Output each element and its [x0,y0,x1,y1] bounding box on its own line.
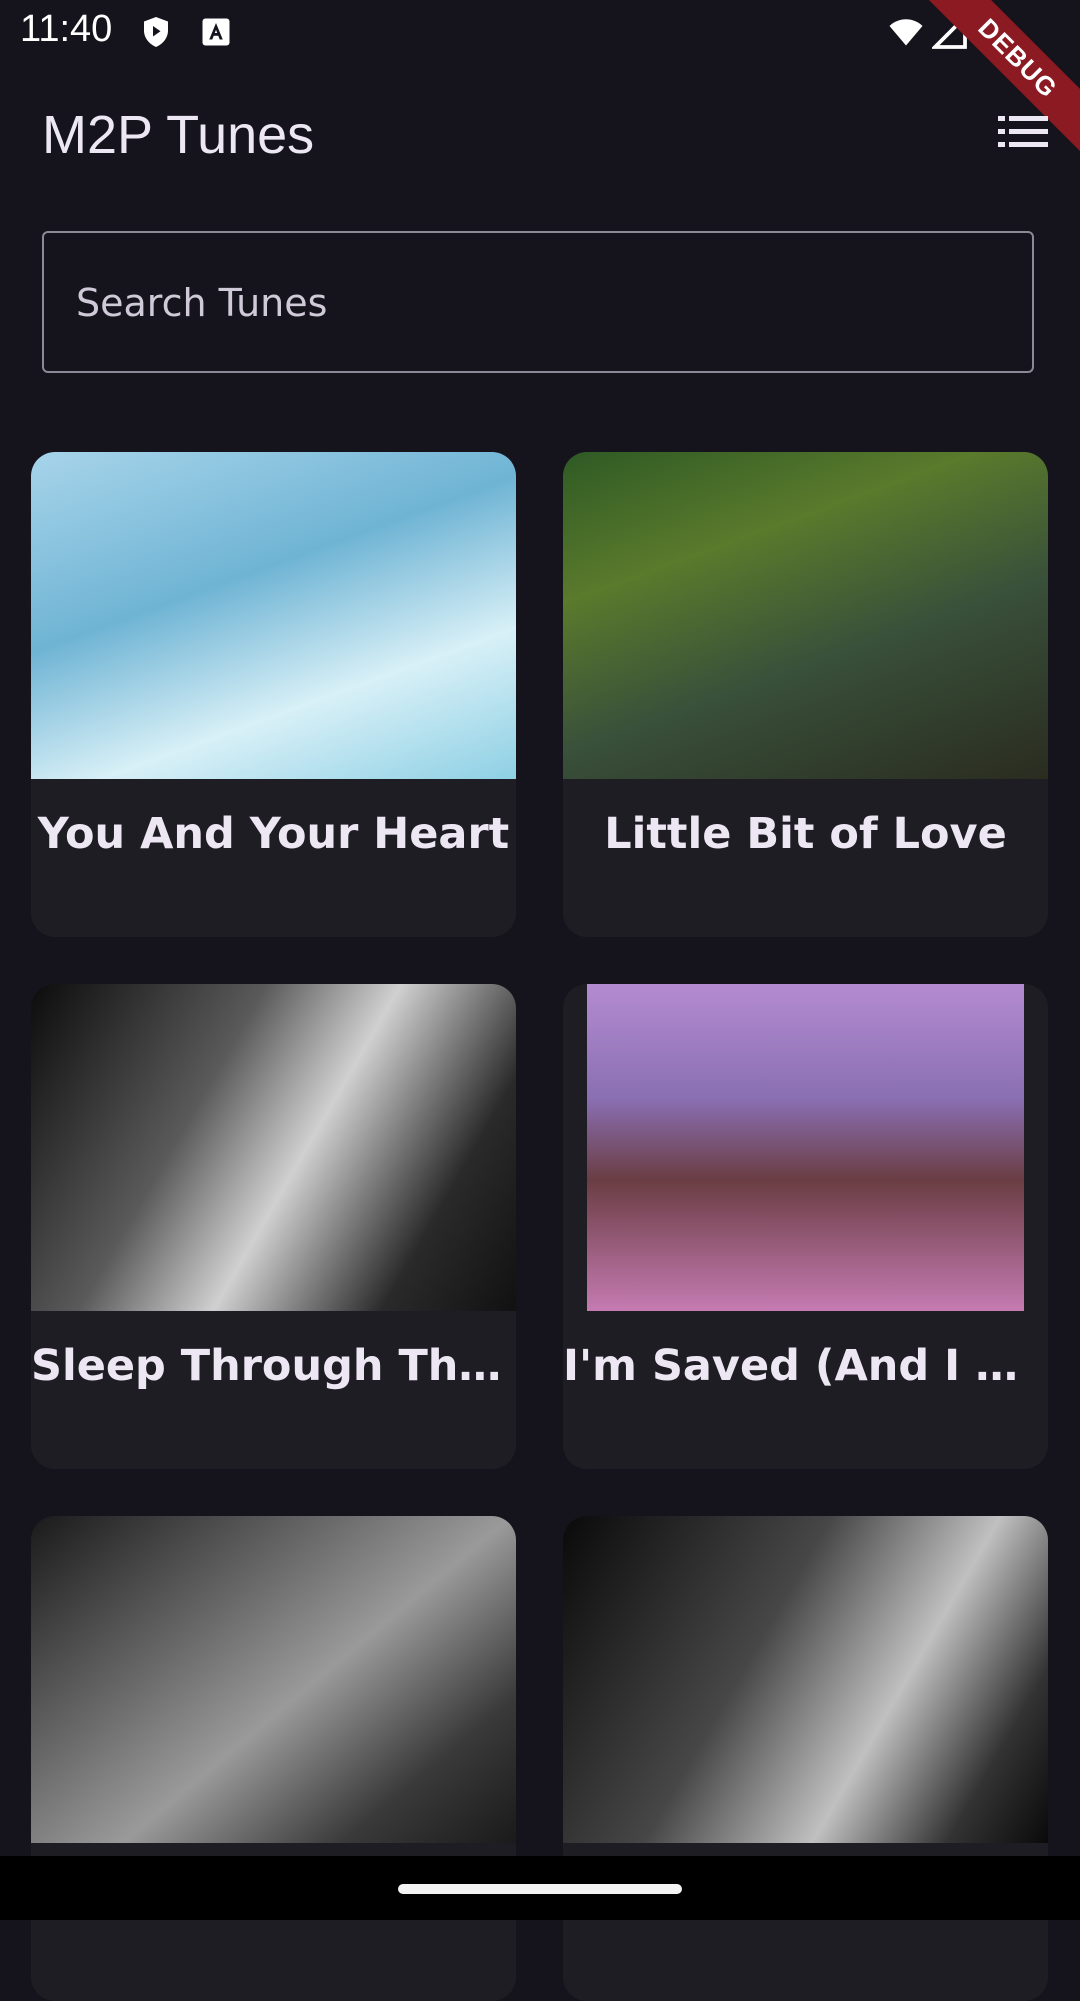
search-input[interactable] [74,233,978,373]
tune-card[interactable] [31,1516,516,2001]
app-bar: M2P Tunes [0,64,1080,204]
search-field[interactable] [42,231,1034,373]
tune-title: I'm Saved (And I Know It) [563,1341,1048,1391]
wifi-icon [889,19,923,46]
tune-card[interactable]: You And Your Heart [31,452,516,937]
home-gesture-handle[interactable] [398,1884,682,1894]
tune-thumbnail [31,1516,516,1843]
font-a-icon [202,18,230,46]
tune-thumbnail [563,1516,1048,1843]
tune-title: Sleep Through The Static [31,1341,516,1391]
play-protect-icon [144,17,168,47]
navigation-bar [0,1856,1080,1920]
tune-thumbnail [31,984,516,1311]
tune-title: Little Bit of Love [604,809,1007,859]
tune-thumbnail [31,452,516,779]
tune-card[interactable]: Little Bit of Love [563,452,1048,937]
tune-card[interactable]: I'm Saved (And I Know It) [563,984,1048,1469]
status-bar: 11:40 DEBUG [0,0,1080,159]
tune-card[interactable] [563,1516,1048,2001]
list-view-icon[interactable] [998,112,1048,152]
tune-thumbnail [587,984,1024,1311]
tune-title: You And Your Heart [37,809,510,859]
status-time: 11:40 [20,8,113,50]
tune-card[interactable]: Sleep Through The Static [31,984,516,1469]
app-title: M2P Tunes [42,105,315,165]
tune-thumbnail [563,452,1048,779]
